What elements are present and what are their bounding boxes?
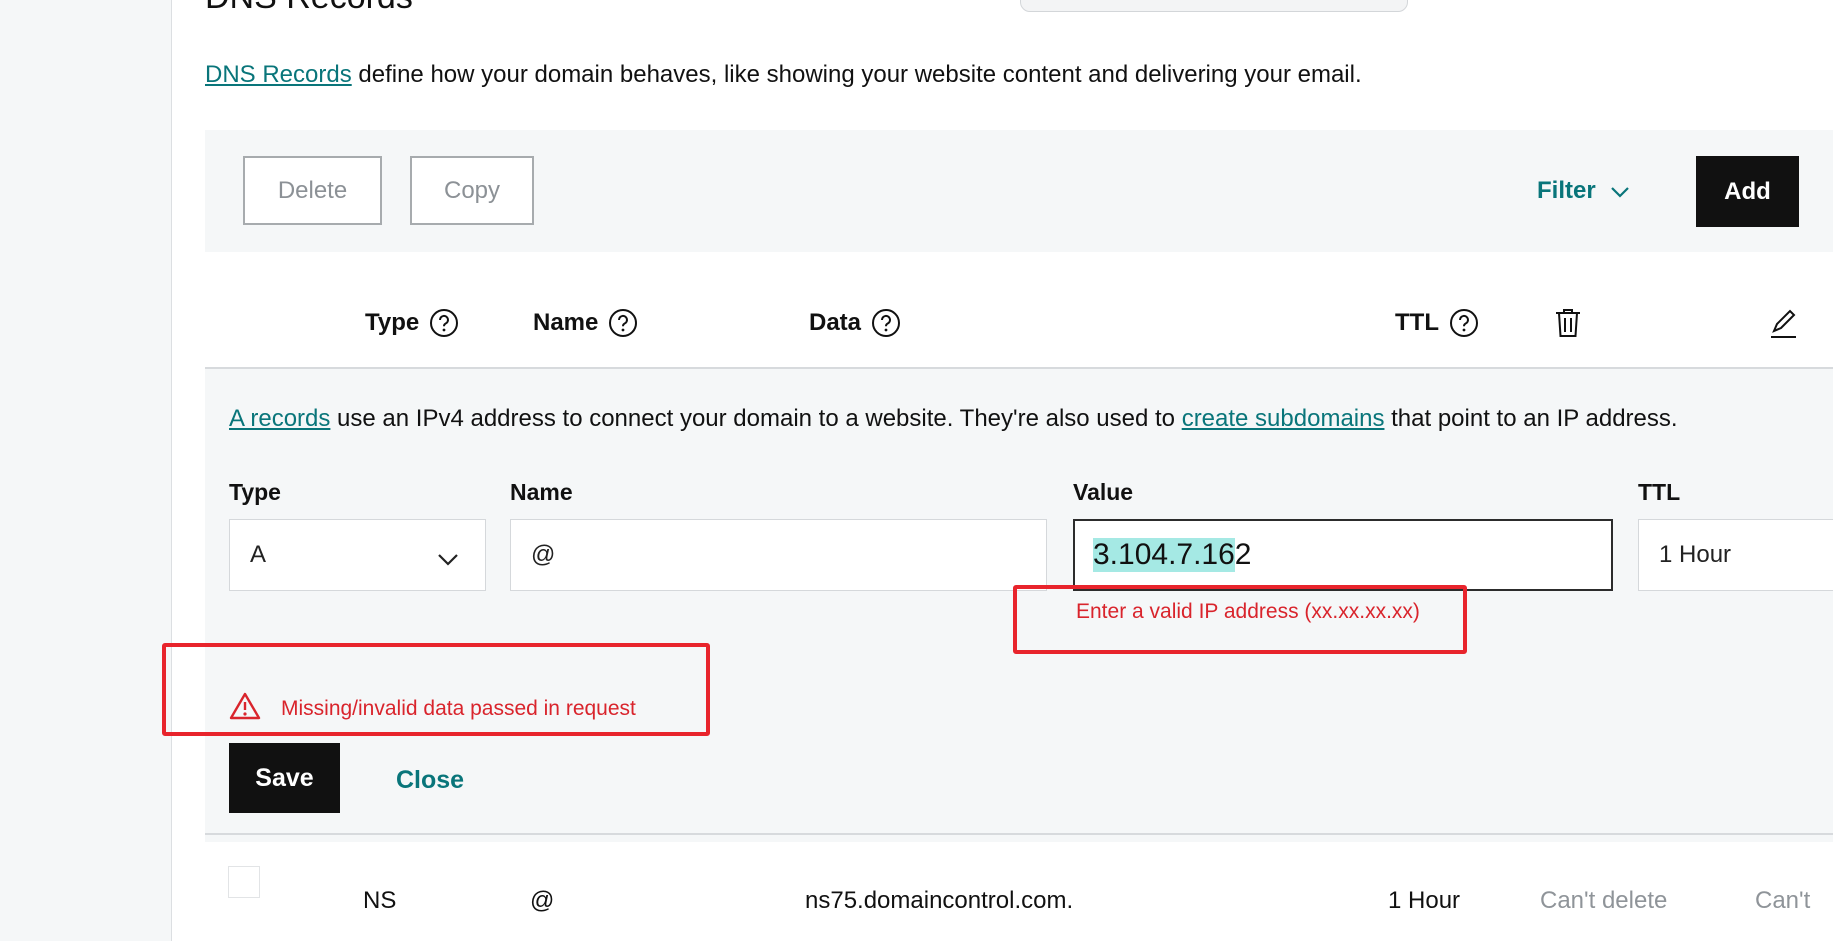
value-input[interactable]: 3.104.7.16 2 xyxy=(1073,519,1613,591)
type-select[interactable]: A xyxy=(229,519,486,591)
row-divider xyxy=(205,833,1833,835)
record-checkbox[interactable] xyxy=(228,866,260,898)
intro-description: define how your domain behaves, like sho… xyxy=(351,61,1362,88)
value-field-label: Value xyxy=(1073,479,1134,505)
page-title: DNS Records xyxy=(205,0,413,17)
filter-label: Filter xyxy=(1537,177,1596,204)
note-text: use an IPv4 address to connect your doma… xyxy=(330,405,1182,432)
name-input[interactable]: @ xyxy=(510,519,1047,591)
column-header-name-label: Name xyxy=(533,309,599,336)
type-select-value: A xyxy=(250,541,267,568)
a-records-link[interactable]: A records xyxy=(229,405,330,432)
ttl-select-value: 1 Hour xyxy=(1659,541,1732,568)
column-header-type-label: Type xyxy=(365,309,420,336)
name-input-value: @ xyxy=(531,541,556,568)
ttl-field-label: TTL xyxy=(1638,479,1681,505)
type-field-label: Type xyxy=(229,479,281,505)
pencil-icon[interactable] xyxy=(1768,303,1798,343)
column-header-name[interactable]: Name xyxy=(533,303,638,343)
dns-records-link[interactable]: DNS Records xyxy=(205,61,352,88)
chevron-down-icon xyxy=(1610,177,1630,205)
help-icon[interactable] xyxy=(608,308,638,338)
dropdown-popover-edge xyxy=(1020,0,1408,12)
record-type: NS xyxy=(363,887,397,914)
close-button[interactable]: Close xyxy=(396,766,464,795)
add-button[interactable]: Add xyxy=(1696,156,1799,227)
record-edit-status: Can't xyxy=(1755,887,1811,914)
name-field-label: Name xyxy=(510,479,573,505)
column-header-ttl-label: TTL xyxy=(1395,309,1439,336)
note-text-end: that point to an IP address. xyxy=(1384,405,1678,432)
intro-text: DNS Records define how your domain behav… xyxy=(205,61,1362,89)
trash-icon[interactable] xyxy=(1553,303,1583,343)
delete-button[interactable]: Delete xyxy=(243,156,382,225)
left-sidebar xyxy=(0,0,172,941)
save-button[interactable]: Save xyxy=(229,743,340,813)
help-icon[interactable] xyxy=(1449,308,1479,338)
a-records-note: A records use an IPv4 address to connect… xyxy=(229,405,1678,433)
annotation-box-value-error xyxy=(1013,585,1467,654)
help-icon[interactable] xyxy=(429,308,459,338)
record-ttl: 1 Hour xyxy=(1388,887,1461,914)
chevron-down-icon xyxy=(437,546,459,574)
ttl-select[interactable]: 1 Hour xyxy=(1638,519,1833,591)
value-unselected-text: 2 xyxy=(1234,538,1252,571)
column-header-type[interactable]: Type xyxy=(365,303,459,343)
filter-dropdown[interactable]: Filter xyxy=(1537,168,1630,214)
copy-button[interactable]: Copy xyxy=(410,156,534,225)
create-subdomains-link[interactable]: create subdomains xyxy=(1182,405,1385,432)
column-header-ttl[interactable]: TTL xyxy=(1395,303,1479,343)
record-name: @ xyxy=(530,887,555,914)
help-icon[interactable] xyxy=(871,308,901,338)
record-delete-status: Can't delete xyxy=(1540,887,1668,914)
records-toolbar: Delete Copy Filter Add xyxy=(205,130,1833,252)
value-selected-text: 3.104.7.16 xyxy=(1093,538,1235,572)
record-data: ns75.domaincontrol.com. xyxy=(805,887,1074,914)
column-header-data[interactable]: Data xyxy=(809,303,901,343)
column-header-data-label: Data xyxy=(809,309,862,336)
annotation-box-request-error xyxy=(162,643,710,736)
